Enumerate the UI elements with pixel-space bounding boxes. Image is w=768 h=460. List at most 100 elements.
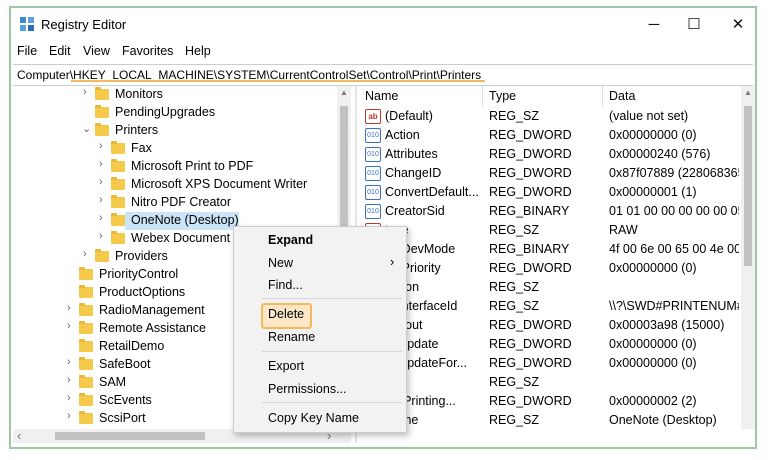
folder-icon [79, 357, 93, 370]
scroll-left-arrow-icon[interactable]: ‹ [17, 428, 21, 443]
menu-favorites[interactable]: Favorites [122, 44, 173, 58]
context-menu-delete[interactable]: Delete [268, 307, 304, 321]
menu-file[interactable]: File [17, 44, 37, 58]
scrollbar-thumb[interactable] [744, 106, 752, 266]
column-header-name[interactable]: Name [359, 86, 483, 106]
tree-item-nitro-pdf-creator[interactable]: › Nitro PDF Creator [13, 194, 349, 212]
tree-item-microsoft-xps-document-writer[interactable]: › Microsoft XPS Document Writer [13, 176, 349, 194]
scroll-up-arrow-icon[interactable]: ▲ [744, 88, 752, 97]
column-header-data[interactable]: Data [603, 86, 739, 106]
chevron-right-icon[interactable]: › [99, 140, 103, 152]
menu-edit[interactable]: Edit [49, 44, 71, 58]
value-data: 0x00000000 (0) [609, 337, 697, 351]
column-header-type[interactable]: Type [483, 86, 603, 106]
value-data: 0x00000000 (0) [609, 261, 697, 275]
value-row[interactable]: 010eyUpdateREG_DWORD0x00000000 (0) [359, 335, 739, 354]
chevron-right-icon[interactable]: › [99, 212, 103, 224]
value-type: REG_DWORD [489, 166, 572, 180]
value-row[interactable]: 010imeoutREG_DWORD0x00003a98 (15000) [359, 316, 739, 335]
value-row[interactable]: 010ult DevModeREG_BINARY4f 00 6e 00 65 0… [359, 240, 739, 259]
tree-item-label: ProductOptions [99, 285, 186, 299]
tree-item-microsoft-print-to-pdf[interactable]: › Microsoft Print to PDF [13, 158, 349, 176]
chevron-right-icon[interactable]: › [99, 158, 103, 170]
submenu-arrow-icon: › [390, 254, 395, 269]
value-row[interactable]: abceInterfaceIdREG_SZ\\?\SWD#PRINTENUM#{… [359, 297, 739, 316]
value-row[interactable]: 010ult PriorityREG_DWORD0x00000000 (0) [359, 259, 739, 278]
chevron-down-icon[interactable]: ⌄ [82, 122, 91, 135]
scrollbar-thumb[interactable] [55, 432, 205, 440]
binary-value-icon: 010 [365, 128, 381, 143]
context-menu-copy-key-name[interactable]: Copy Key Name [268, 411, 359, 425]
value-row[interactable]: 010 CreatorSid REG_BINARY 01 01 00 00 00 00… [359, 202, 739, 221]
values-list[interactable]: Name Type Data ab (Default) REG_SZ (value n… [359, 86, 739, 443]
folder-icon [95, 249, 109, 262]
chevron-right-icon[interactable]: › [99, 230, 103, 242]
value-row[interactable]: 010 ConvertDefault... REG_DWORD 0x00000001 … [359, 183, 739, 202]
value-type: REG_DWORD [489, 128, 572, 142]
value-data: 0x00000000 (0) [609, 128, 697, 142]
folder-icon [111, 177, 125, 190]
tree-item-label: RetailDemo [99, 339, 165, 353]
tree-item-fax[interactable]: › Fax [13, 140, 349, 158]
address-highlight-underline [71, 80, 485, 82]
value-type: REG_SZ [489, 280, 540, 294]
window-title: Registry Editor [41, 17, 127, 32]
value-row[interactable]: abriptionREG_SZ [359, 278, 739, 297]
context-menu-export[interactable]: Export [268, 359, 304, 373]
value-row[interactable]: 010 ChangeID REG_DWORD 0x87f07889 (22806836… [359, 164, 739, 183]
tree-item-printers[interactable]: ⌄ Printers [13, 122, 349, 140]
folder-icon [95, 87, 109, 100]
tree-item-label: Monitors [115, 87, 163, 101]
chevron-right-icon[interactable]: › [99, 176, 103, 188]
scroll-up-arrow-icon[interactable]: ▲ [340, 88, 348, 97]
value-row[interactable]: abNameREG_SZOneNote (Desktop) [359, 411, 739, 430]
tree-item-label: Fax [131, 141, 152, 155]
menu-help[interactable]: Help [185, 44, 211, 58]
value-name: Action [385, 128, 420, 142]
chevron-right-icon[interactable]: › [67, 302, 71, 314]
close-button[interactable]: ✕ [723, 14, 753, 36]
context-menu-rename[interactable]: Rename [268, 330, 315, 344]
values-vertical-scrollbar[interactable]: ▲ [741, 86, 755, 429]
value-data: RAW [609, 223, 638, 237]
value-data: (value not set) [609, 109, 689, 123]
address-bar[interactable]: Computer\HKEY_LOCAL_MACHINE\SYSTEM\Curre… [13, 64, 753, 86]
folder-icon [79, 321, 93, 334]
tree-item-monitors[interactable]: › Monitors [13, 86, 349, 104]
folder-icon [111, 141, 125, 154]
value-row[interactable]: 010eyUpdateFor...REG_DWORD0x00000000 (0) [359, 354, 739, 373]
minimize-button[interactable]: ─ [639, 14, 669, 36]
chevron-right-icon[interactable]: › [67, 392, 71, 404]
value-row[interactable]: abtypeREG_SZRAW [359, 221, 739, 240]
menu-view[interactable]: View [83, 44, 110, 58]
binary-value-icon: 010 [365, 204, 381, 219]
chevron-right-icon[interactable]: › [83, 248, 87, 260]
value-row[interactable]: 010 Action REG_DWORD 0x00000000 (0) [359, 126, 739, 145]
context-menu-expand[interactable]: Expand [268, 233, 313, 247]
tree-item-label: ScEvents [99, 393, 152, 407]
tree-item-label: SAM [99, 375, 127, 389]
menu-bar: File Edit View Favorites Help [11, 42, 755, 62]
chevron-right-icon[interactable]: › [67, 356, 71, 368]
context-menu-find[interactable]: Find... [268, 278, 303, 292]
chevron-right-icon[interactable]: › [83, 86, 87, 98]
chevron-right-icon[interactable]: › [99, 194, 103, 206]
registry-editor-icon [20, 17, 34, 31]
folder-icon [95, 123, 109, 136]
value-row[interactable]: 010ernPrinting...REG_DWORD0x00000002 (2) [359, 392, 739, 411]
chevron-right-icon[interactable]: › [67, 320, 71, 332]
chevron-right-icon[interactable]: › [67, 410, 71, 422]
value-row[interactable]: 010 Attributes REG_DWORD 0x00000240 (576) [359, 145, 739, 164]
value-row[interactable]: ab (Default) REG_SZ (value not set) [359, 107, 739, 126]
folder-icon [111, 231, 125, 244]
value-row[interactable]: abtionREG_SZ [359, 373, 739, 392]
value-data: OneNote (Desktop) [609, 413, 717, 427]
maximize-button[interactable]: ☐ [679, 14, 709, 36]
context-menu-new[interactable]: New [268, 256, 293, 270]
tree-item-label: PendingUpgrades [115, 105, 216, 119]
chevron-right-icon[interactable]: › [67, 374, 71, 386]
context-menu-permissions[interactable]: Permissions... [268, 382, 347, 396]
tree-item-onenote-desktop[interactable]: OneNote (Desktop) [125, 212, 239, 230]
tree-item-pendingupgrades[interactable]: PendingUpgrades [13, 104, 349, 122]
folder-icon [79, 411, 93, 424]
